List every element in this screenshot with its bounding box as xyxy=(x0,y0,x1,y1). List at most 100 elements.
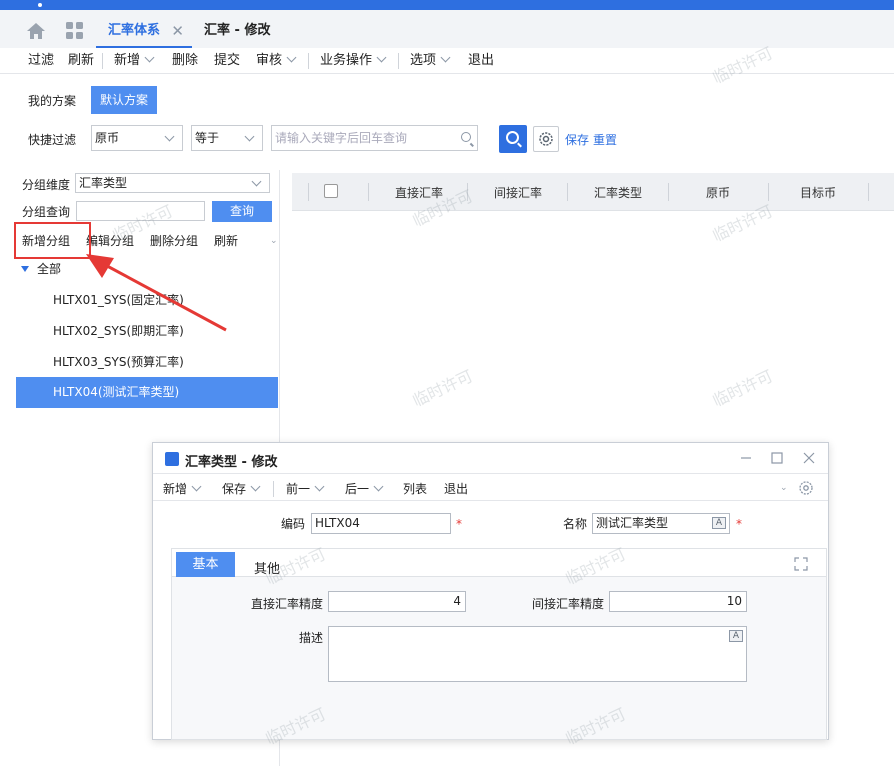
dialog-prev-button[interactable]: 前一 xyxy=(286,481,325,497)
dialog-exit-button[interactable]: 退出 xyxy=(444,481,468,497)
multilang-icon[interactable]: A xyxy=(712,517,726,529)
filter-button[interactable]: 过滤 xyxy=(28,53,54,69)
business-label: 业务操作 xyxy=(320,53,373,68)
chevron-down-icon xyxy=(144,52,155,63)
group-query-button[interactable]: 查询 xyxy=(212,201,272,222)
default-scheme-button[interactable]: 默认方案 xyxy=(91,86,157,114)
fullscreen-icon[interactable] xyxy=(794,557,808,571)
filter-settings-button[interactable] xyxy=(533,126,559,152)
refresh-button[interactable]: 刷新 xyxy=(68,53,94,69)
chevron-down-icon xyxy=(286,52,297,63)
column-header[interactable]: 直接汇率 xyxy=(395,184,443,201)
direct-precision-label: 直接汇率精度 xyxy=(251,597,324,611)
select-value: 等于 xyxy=(195,131,220,145)
minimize-icon[interactable] xyxy=(739,451,753,465)
indirect-precision-field[interactable]: 10 xyxy=(609,591,747,612)
column-divider xyxy=(868,183,869,201)
multilang-icon[interactable]: A xyxy=(729,630,743,642)
tab-panel: 基本 其他 直接汇率精度 4 间接汇率精度 10 描述 A xyxy=(171,548,827,740)
column-header[interactable]: 间接汇率 xyxy=(494,184,542,201)
dialog-save-button[interactable]: 保存 xyxy=(222,481,261,497)
options-label: 选项 xyxy=(410,53,437,68)
options-button[interactable]: 选项 xyxy=(410,52,451,69)
delete-group-button[interactable]: 删除分组 xyxy=(150,232,198,249)
gear-icon[interactable] xyxy=(798,480,814,496)
tab-basic[interactable]: 基本 xyxy=(176,552,235,577)
chevron-down-icon xyxy=(164,131,175,142)
chevron-down-icon xyxy=(191,481,202,492)
close-icon[interactable]: ✕ xyxy=(171,10,184,52)
audit-button[interactable]: 审核 xyxy=(256,52,297,69)
edit-dialog: 汇率类型 - 修改 新增 保存 前一 后一 列表 退出 ⌄ 编码 HLTX04 … xyxy=(152,442,829,748)
submit-button[interactable]: 提交 xyxy=(214,53,240,69)
tab-other[interactable]: 其他 xyxy=(254,558,280,577)
more-icon[interactable]: ⌄ xyxy=(270,236,278,246)
dialog-next-button[interactable]: 后一 xyxy=(345,481,384,497)
required-mark: * xyxy=(736,517,742,531)
more-icon[interactable]: ⌄ xyxy=(780,483,788,493)
code-field[interactable]: HLTX04 xyxy=(311,513,451,534)
add-label: 新增 xyxy=(163,482,188,496)
quick-filter-label: 快捷过滤 xyxy=(28,133,77,147)
exit-button[interactable]: 退出 xyxy=(468,53,494,69)
delete-button[interactable]: 删除 xyxy=(172,53,198,69)
code-label: 编码 xyxy=(281,517,306,531)
next-label: 后一 xyxy=(345,482,370,496)
tab-label: 汇率体系 xyxy=(108,23,161,38)
description-label: 描述 xyxy=(299,631,324,645)
search-placeholder: 请输入关键字后回车查询 xyxy=(275,131,408,145)
chevron-down-icon xyxy=(440,52,451,63)
maximize-icon[interactable] xyxy=(770,451,784,465)
chevron-down-icon xyxy=(244,131,255,142)
dialog-header: 汇率类型 - 修改 xyxy=(153,443,828,474)
column-header[interactable]: 目标币 xyxy=(800,184,836,201)
filter-operator-select[interactable]: 等于 xyxy=(191,125,263,151)
close-icon[interactable] xyxy=(802,451,816,465)
select-all-checkbox[interactable] xyxy=(324,184,338,198)
watermark: 临时许可 xyxy=(709,366,776,411)
add-button[interactable]: 新增 xyxy=(114,52,155,69)
chevron-down-icon xyxy=(250,481,261,492)
tree-item-label: HLTX04(测试汇率类型) xyxy=(53,385,180,399)
main-toolbar: 过滤 刷新 新增 删除 提交 审核 业务操作 选项 退出 xyxy=(0,48,894,74)
dialog-title: 汇率类型 - 修改 xyxy=(185,455,278,470)
grid-header: 直接汇率 间接汇率 汇率类型 原币 目标币 xyxy=(292,173,894,211)
home-icon[interactable] xyxy=(26,22,46,40)
audit-label: 审核 xyxy=(256,53,283,68)
refresh-groups-button[interactable]: 刷新 xyxy=(214,232,238,249)
group-dimension-select[interactable]: 汇率类型 xyxy=(75,173,270,193)
column-header[interactable]: 原币 xyxy=(706,184,730,201)
prev-label: 前一 xyxy=(286,482,311,496)
description-field[interactable]: A xyxy=(328,626,747,682)
name-field[interactable]: 测试汇率类型 A xyxy=(592,513,730,534)
search-input[interactable]: 请输入关键字后回车查询 xyxy=(271,125,478,151)
apps-grid-icon[interactable] xyxy=(66,22,84,40)
tab-exchange-rate-system[interactable]: 汇率体系 ✕ xyxy=(96,10,192,48)
indicator-dot xyxy=(38,3,42,7)
tab-exchange-rate-edit[interactable]: 汇率 - 修改 xyxy=(204,10,304,48)
tree-item[interactable]: HLTX03_SYS(预算汇率) xyxy=(16,347,278,378)
tree-item-selected[interactable]: HLTX04(测试汇率类型) xyxy=(16,377,278,408)
name-value: 测试汇率类型 xyxy=(596,516,669,530)
dialog-toolbar: 新增 保存 前一 后一 列表 退出 ⌄ xyxy=(153,475,828,501)
search-button[interactable] xyxy=(499,125,527,153)
column-divider xyxy=(567,183,568,201)
group-query-input[interactable] xyxy=(76,201,205,221)
tab-bar: 汇率体系 ✕ 汇率 - 修改 xyxy=(0,10,894,48)
my-scheme-tab[interactable]: 我的方案 xyxy=(28,92,76,109)
dialog-list-button[interactable]: 列表 xyxy=(403,481,427,497)
column-header[interactable]: 汇率类型 xyxy=(594,184,642,201)
select-value: 原币 xyxy=(95,131,120,145)
app-logo-icon xyxy=(165,452,179,466)
top-accent-bar xyxy=(0,0,894,10)
save-scheme-link[interactable]: 保存 xyxy=(565,131,589,148)
business-ops-button[interactable]: 业务操作 xyxy=(320,52,387,69)
chevron-down-icon xyxy=(314,481,325,492)
edit-group-button[interactable]: 编辑分组 xyxy=(86,232,134,249)
reset-link[interactable]: 重置 xyxy=(593,131,617,148)
add-label: 新增 xyxy=(114,53,141,68)
dialog-add-button[interactable]: 新增 xyxy=(163,481,202,497)
toolbar-divider xyxy=(308,53,309,69)
filter-field-select[interactable]: 原币 xyxy=(91,125,183,151)
direct-precision-field[interactable]: 4 xyxy=(328,591,466,612)
